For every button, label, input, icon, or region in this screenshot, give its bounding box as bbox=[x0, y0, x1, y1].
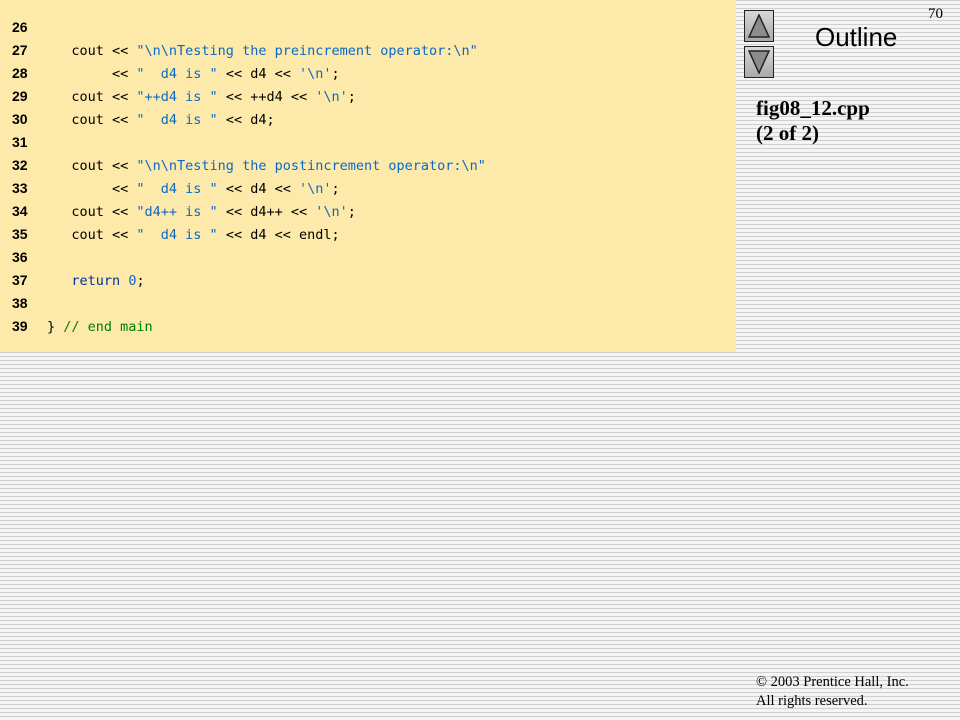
code-token-str: "d4++ is " bbox=[136, 204, 218, 220]
code-line: 37 return 0; bbox=[0, 270, 736, 293]
code-token-str: '\n' bbox=[315, 204, 348, 220]
code-token-plain: << ++d4 << bbox=[217, 89, 316, 105]
code-token-str: "\n\nTesting the preincrement operator:\… bbox=[136, 43, 478, 59]
code-text: cout << " d4 is " << d4 << endl; bbox=[47, 227, 340, 243]
code-text: << " d4 is " << d4 << '\n'; bbox=[47, 181, 340, 197]
line-number: 32 bbox=[12, 157, 28, 173]
code-panel: 26 27 cout << "\n\nTesting the preincreme… bbox=[0, 0, 736, 352]
code-line: 33 << " d4 is " << d4 << '\n'; bbox=[0, 178, 736, 201]
code-text: << " d4 is " << d4 << '\n'; bbox=[47, 66, 340, 82]
code-token-str: '\n' bbox=[298, 181, 332, 197]
file-part: (2 of 2) bbox=[756, 121, 819, 145]
previous-slide-button[interactable] bbox=[744, 10, 774, 42]
code-token-plain: ; bbox=[347, 89, 356, 105]
code-token-str: '\n' bbox=[315, 89, 348, 105]
code-token-str: " d4 is " bbox=[136, 66, 218, 82]
code-token-str: " d4 is " bbox=[136, 181, 218, 197]
next-slide-button[interactable] bbox=[744, 46, 774, 78]
code-token-str: "\n\nTesting the postincrement operator:… bbox=[136, 158, 486, 174]
code-text: cout << "\n\nTesting the postincrement o… bbox=[47, 158, 486, 174]
code-token-plain: cout << bbox=[47, 227, 137, 243]
code-token-plain: cout << bbox=[47, 89, 137, 105]
code-line: 30 cout << " d4 is " << d4; bbox=[0, 109, 736, 132]
line-number: 29 bbox=[12, 88, 28, 104]
line-number: 31 bbox=[12, 134, 28, 150]
code-line: 39} // end main bbox=[0, 316, 736, 339]
code-token-plain: cout << bbox=[47, 158, 137, 174]
code-token-kw: return bbox=[71, 273, 121, 289]
line-number: 28 bbox=[12, 65, 28, 81]
code-token-str: "++d4 is " bbox=[136, 89, 218, 105]
code-line: 31 bbox=[0, 132, 736, 155]
code-token-plain: ; bbox=[331, 181, 340, 197]
line-number: 27 bbox=[12, 42, 28, 58]
code-text: cout << "\n\nTesting the preincrement op… bbox=[47, 43, 478, 59]
code-token-str: " d4 is " bbox=[136, 227, 218, 243]
code-line: 27 cout << "\n\nTesting the preincrement… bbox=[0, 40, 736, 63]
code-token-com: // end main bbox=[63, 319, 153, 335]
code-token-plain: } bbox=[47, 319, 64, 335]
line-number: 34 bbox=[12, 203, 28, 219]
code-token-plain: << bbox=[47, 66, 137, 82]
file-name: fig08_12.cpp bbox=[756, 96, 870, 120]
code-token-plain: ; bbox=[136, 273, 145, 289]
code-token-plain: << bbox=[47, 181, 137, 197]
code-text: return 0; bbox=[47, 273, 145, 289]
code-text: cout << "d4++ is " << d4++ << '\n'; bbox=[47, 204, 356, 220]
code-line: 35 cout << " d4 is " << d4 << endl; bbox=[0, 224, 736, 247]
triangle-up-icon bbox=[748, 14, 770, 38]
code-line: 29 cout << "++d4 is " << ++d4 << '\n'; bbox=[0, 86, 736, 109]
line-number: 35 bbox=[12, 226, 28, 242]
code-text: } // end main bbox=[47, 319, 153, 335]
line-number: 38 bbox=[12, 295, 28, 311]
triangle-down-icon bbox=[748, 50, 770, 74]
rights-notice: All rights reserved. bbox=[756, 693, 868, 709]
code-token-str: '\n' bbox=[298, 66, 332, 82]
copyright-notice: © 2003 Prentice Hall, Inc. bbox=[756, 674, 909, 690]
code-token-plain: << d4++ << bbox=[217, 204, 316, 220]
code-token-str: " d4 is " bbox=[136, 112, 218, 128]
code-token-plain: ; bbox=[331, 66, 340, 82]
code-token-plain: cout << bbox=[47, 204, 137, 220]
line-number: 39 bbox=[12, 318, 28, 334]
line-number: 37 bbox=[12, 272, 28, 288]
code-line: 34 cout << "d4++ is " << d4++ << '\n'; bbox=[0, 201, 736, 224]
code-token-plain: cout << bbox=[47, 43, 137, 59]
code-text: cout << "++d4 is " << ++d4 << '\n'; bbox=[47, 89, 356, 105]
footer: © 2003 Prentice Hall, Inc. All rights re… bbox=[756, 673, 909, 711]
code-token-plain: cout << bbox=[47, 112, 137, 128]
file-title: fig08_12.cpp (2 of 2) bbox=[756, 96, 870, 146]
code-line: 36 bbox=[0, 247, 736, 270]
code-line: 26 bbox=[0, 17, 736, 40]
line-number: 33 bbox=[12, 180, 28, 196]
code-line: 38 bbox=[0, 293, 736, 316]
code-token-plain: ; bbox=[347, 204, 356, 220]
code-token-plain: << d4 << bbox=[217, 66, 299, 82]
code-line: 28 << " d4 is " << d4 << '\n'; bbox=[0, 63, 736, 86]
page-number: 70 bbox=[928, 6, 943, 22]
line-number: 26 bbox=[12, 19, 28, 35]
code-token-plain: << d4; bbox=[217, 112, 275, 128]
code-token-plain: << d4 << bbox=[217, 181, 299, 197]
code-token-plain: << d4 << endl; bbox=[217, 227, 340, 243]
line-number: 30 bbox=[12, 111, 28, 127]
line-number: 36 bbox=[12, 249, 28, 265]
outline-label[interactable]: Outline bbox=[815, 22, 897, 53]
code-text: cout << " d4 is " << d4; bbox=[47, 112, 275, 128]
code-line: 32 cout << "\n\nTesting the postincremen… bbox=[0, 155, 736, 178]
